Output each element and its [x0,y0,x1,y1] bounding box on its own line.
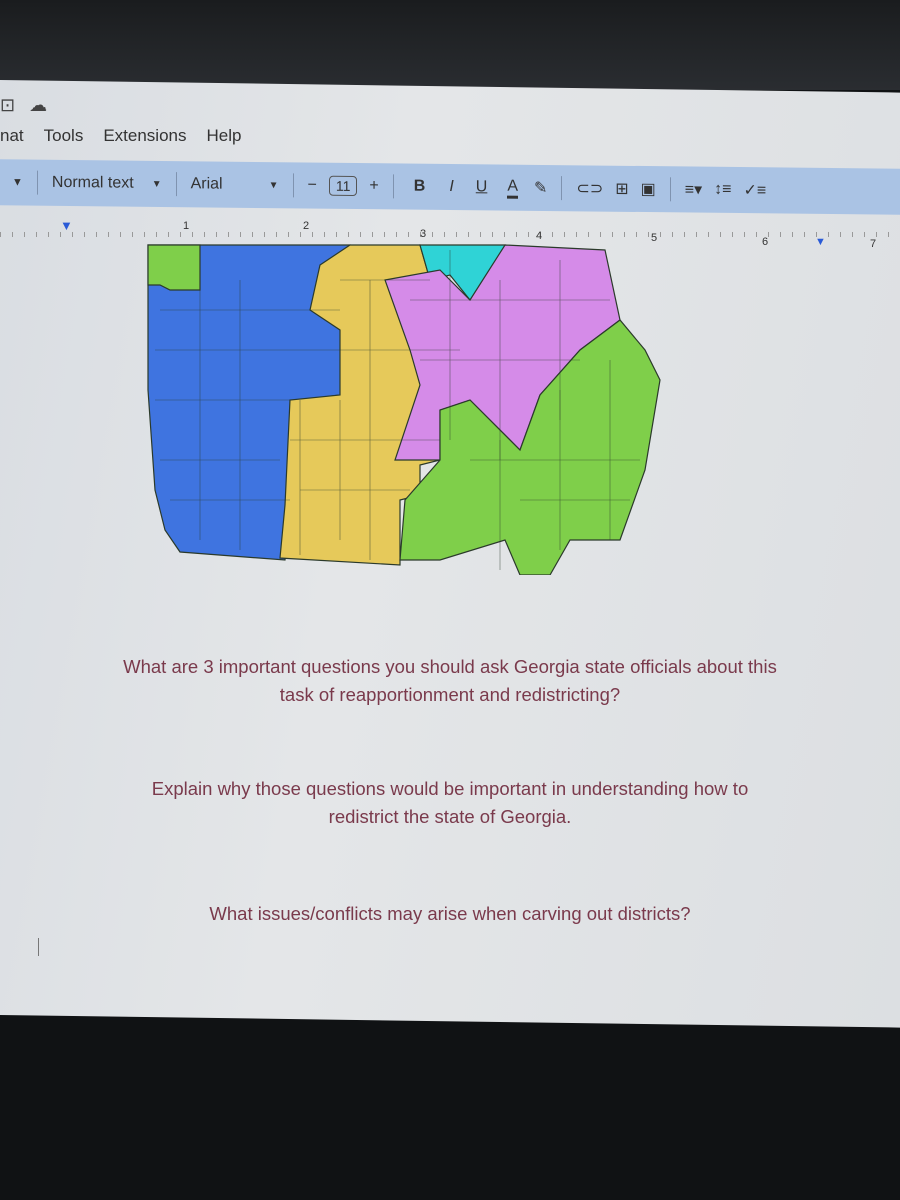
menu-tools[interactable]: Tools [44,126,84,146]
georgia-district-map [147,244,661,575]
chevron-down-icon: ▼ [268,179,279,191]
italic-button[interactable]: I [449,178,453,196]
insert-image-icon[interactable]: ▣ [641,179,656,199]
divider [669,177,671,202]
menu-format[interactable]: nat [0,126,24,146]
ruler-mark: 1 [183,220,190,232]
indent-marker-icon[interactable]: ▼ [60,218,73,233]
menu-bar: nat Tools Extensions Help [0,126,241,146]
decrease-font-size-button[interactable]: − [308,177,317,195]
line-spacing-icon[interactable]: ↕≡ [714,181,731,199]
question-1-line-1: What are 3 important questions you shoul… [123,656,777,677]
right-indent-marker-icon[interactable]: ▼ [815,236,826,248]
move-icon[interactable]: ⊡ [0,95,15,119]
question-3-text: What issues/conflicts may arise when car… [209,903,691,924]
question-1[interactable]: What are 3 important questions you shoul… [60,653,840,709]
ruler[interactable]: ▼ 1 2 3 4 5 6 ▼ 7 [0,218,900,250]
question-2-line-2: redistrict the state of Georgia. [328,806,572,827]
question-2[interactable]: Explain why those questions would be imp… [60,775,840,831]
add-comment-icon[interactable]: ⊞ [615,179,628,199]
question-3[interactable]: What issues/conflicts may arise when car… [60,900,840,928]
menu-extensions[interactable]: Extensions [103,126,186,146]
bold-button[interactable]: B [414,178,426,196]
underline-button[interactable]: U [476,178,488,196]
ruler-mark: 7 [870,238,877,250]
chevron-down-icon: ▼ [151,178,162,190]
ruler-mark: 3 [420,228,427,240]
title-icons: ⊡ ☁ [0,95,47,119]
toolbar: ▼ Normal text ▼ Arial ▼ − 11 + B I U A ✎ ⊂… [0,159,900,215]
divider [175,172,177,197]
checklist-icon[interactable]: ✓≡ [743,180,766,200]
link-icon[interactable]: ⊂⊃ [576,178,603,198]
cloud-status-icon[interactable]: ☁ [29,95,47,119]
style-label: Normal text [51,173,134,192]
ruler-mark: 2 [303,220,310,232]
text-color-button[interactable]: A [507,177,518,199]
district-green-northwest [147,244,201,291]
photo-background-top [0,0,900,90]
font-size-input[interactable]: 11 [328,175,358,197]
font-dropdown[interactable]: Arial ▼ [191,175,279,194]
style-dropdown[interactable]: Normal text ▼ [52,174,162,193]
question-2-line-1: Explain why those questions would be imp… [151,778,749,799]
ruler-mark: 6 [762,236,769,248]
align-left-icon[interactable]: ≡▾ [685,179,702,199]
divider [36,170,38,195]
highlight-pen-icon[interactable]: ✎ [534,178,547,198]
increase-font-size-button[interactable]: + [369,177,378,195]
divider [561,176,563,201]
divider [292,173,294,198]
question-1-line-2: task of reapportionment and redistrictin… [279,684,621,705]
zoom-dropdown-arrow-icon[interactable]: ▼ [12,176,23,188]
text-cursor [38,938,39,956]
divider [392,174,394,199]
menu-help[interactable]: Help [207,126,242,146]
font-label: Arial [190,175,223,193]
